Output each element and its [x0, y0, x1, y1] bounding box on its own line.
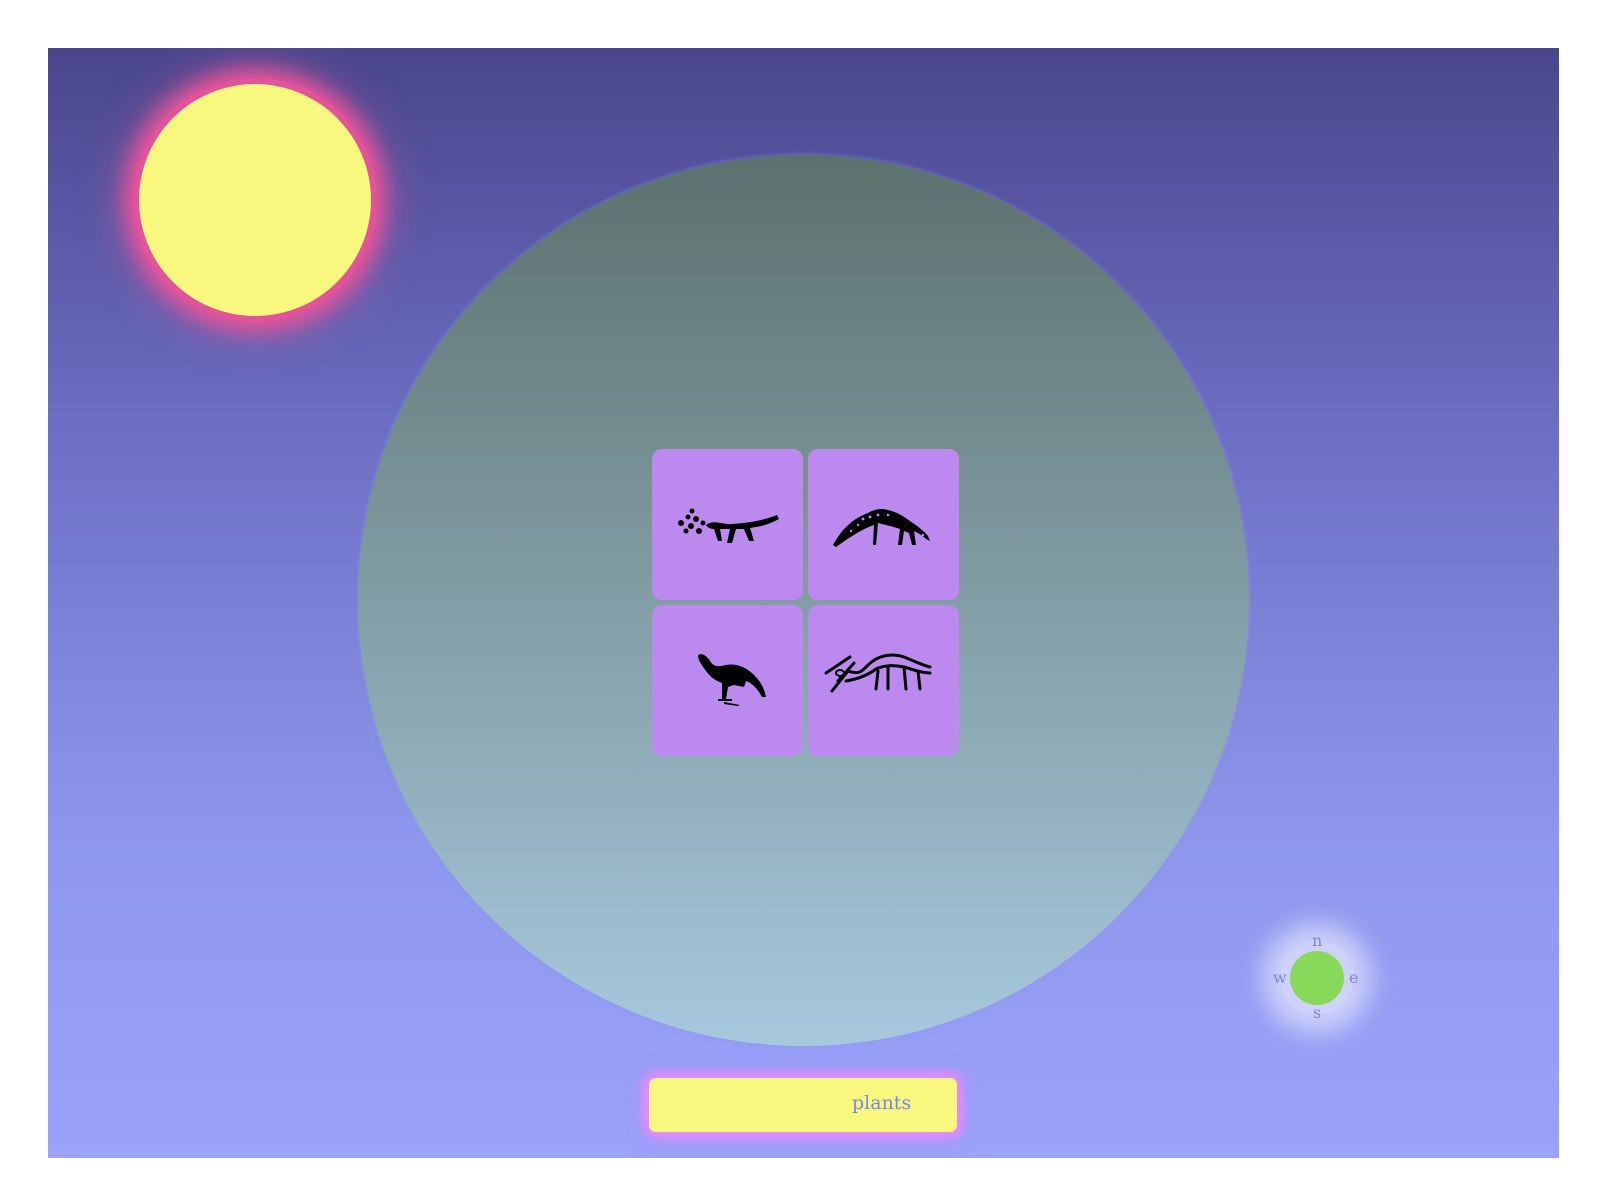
compass[interactable]: n s w e — [1272, 933, 1362, 1023]
compass-west-label[interactable]: w — [1273, 970, 1287, 986]
petroglyph-long-neck-animal-icon — [698, 654, 766, 706]
compass-north-label[interactable]: n — [1312, 933, 1322, 949]
category-bar[interactable]: plants — [649, 1078, 957, 1132]
compass-south-label[interactable]: s — [1313, 1005, 1321, 1021]
sun-icon — [139, 84, 371, 316]
petroglyph-grazing-deer-icon — [833, 509, 930, 547]
tile-cave-long-neck-creature[interactable] — [652, 605, 803, 756]
compass-button[interactable] — [1290, 951, 1344, 1005]
tile-cave-horned-animal[interactable] — [808, 605, 959, 756]
petroglyph-beast-with-dots-icon — [678, 508, 779, 543]
tile-grid — [652, 449, 962, 759]
petroglyph-horned-animal-icon — [824, 653, 932, 693]
category-label: plants — [852, 1092, 912, 1114]
tile-cave-animal-with-dots[interactable] — [652, 449, 803, 600]
game-stage: plants n s w e — [48, 48, 1559, 1158]
tile-cave-deer-spotted[interactable] — [808, 449, 959, 600]
compass-east-label[interactable]: e — [1349, 970, 1358, 986]
